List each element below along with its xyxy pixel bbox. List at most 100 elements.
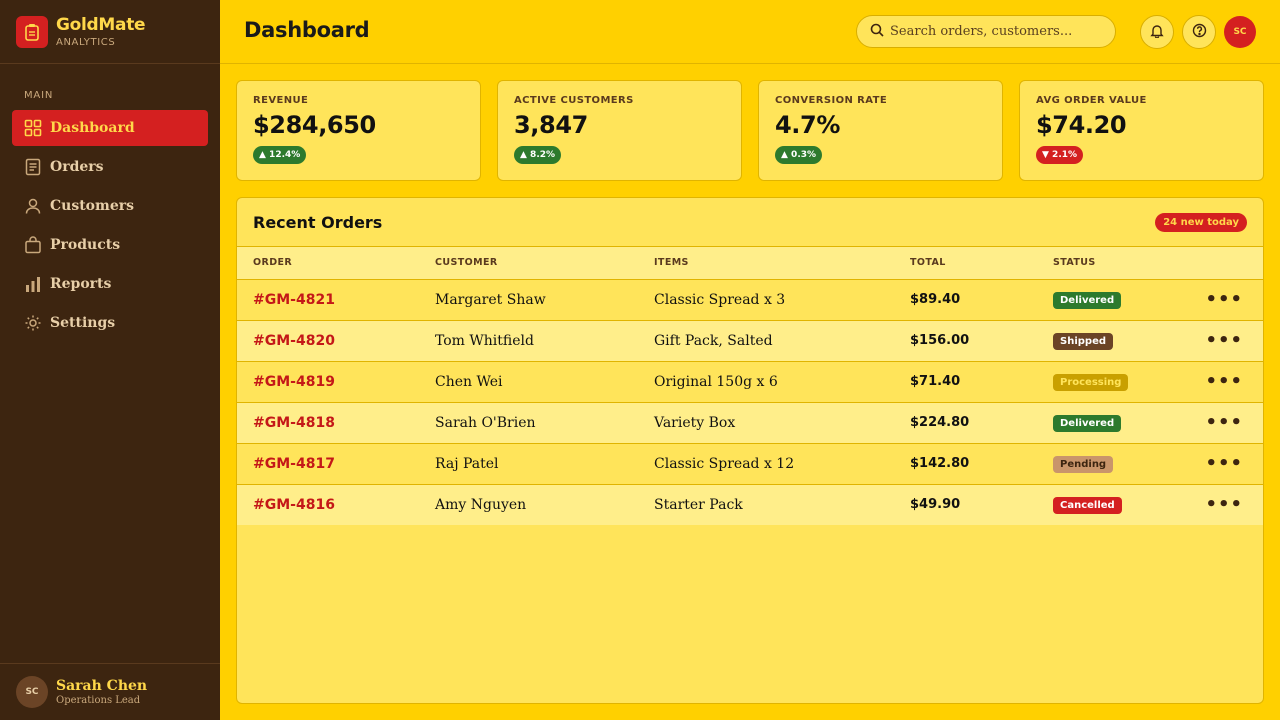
column-header-items[interactable]: ITEMS xyxy=(638,247,894,280)
stat-card-avg-order-value: AVG ORDER VALUE $74.20 ▼ 2.1% xyxy=(1019,80,1264,181)
sidebar-item-orders[interactable]: Orders xyxy=(12,149,208,185)
brand: GoldMate ANALYTICS xyxy=(0,0,220,64)
help-icon xyxy=(1192,23,1207,42)
table-row[interactable]: #GM-4816 Amy Nguyen Starter Pack $49.90 … xyxy=(237,484,1263,525)
column-header-status[interactable]: STATUS xyxy=(1037,247,1187,280)
panel-header: Recent Orders 24 new today xyxy=(237,198,1263,247)
sidebar-item-label: Customers xyxy=(50,198,134,214)
order-id-link[interactable]: #GM-4817 xyxy=(237,443,419,484)
stat-label: AVG ORDER VALUE xyxy=(1036,95,1147,106)
table-row[interactable]: #GM-4820 Tom Whitfield Gift Pack, Salted… xyxy=(237,320,1263,361)
sidebar-item-products[interactable]: Products xyxy=(12,227,208,263)
sidebar-item-settings[interactable]: Settings xyxy=(12,305,208,341)
stat-value: $284,650 xyxy=(253,111,376,139)
status-badge: Pending xyxy=(1053,455,1114,473)
recent-orders-panel: Recent Orders 24 new today ORDER CUSTOME… xyxy=(236,197,1264,704)
more-actions-button[interactable]: ••• xyxy=(1187,443,1263,484)
order-id-link[interactable]: #GM-4819 xyxy=(237,361,419,402)
column-header-actions xyxy=(1187,247,1263,280)
order-id-link[interactable]: #GM-4816 xyxy=(237,484,419,525)
user-profile[interactable]: SC Sarah Chen Operations Lead xyxy=(0,663,220,720)
column-header-customer[interactable]: CUSTOMER xyxy=(419,247,638,280)
order-total: $49.90 xyxy=(910,497,961,513)
header: Dashboard SC xyxy=(220,0,1280,64)
stat-label: ACTIVE CUSTOMERS xyxy=(514,95,634,106)
sidebar-item-customers[interactable]: Customers xyxy=(12,188,208,224)
stat-value: 4.7% xyxy=(775,111,840,139)
avatar: SC xyxy=(16,676,48,708)
sidebar-item-label: Settings xyxy=(50,315,116,331)
trend-badge: ▼ 2.1% xyxy=(1036,146,1084,164)
stat-value: 3,847 xyxy=(514,111,588,139)
status-cell: Delivered xyxy=(1037,402,1187,443)
sidebar: GoldMate ANALYTICS MAIN Dashboard Orders… xyxy=(0,0,220,720)
bar-chart-icon xyxy=(24,275,42,293)
customer-name: Sarah O'Brien xyxy=(435,414,536,431)
stat-card-conversion-rate: CONVERSION RATE 4.7% ▲ 0.3% xyxy=(758,80,1003,181)
order-total: $224.80 xyxy=(910,415,970,430)
user-icon xyxy=(24,197,42,215)
customer-name: Amy Nguyen xyxy=(435,496,527,513)
more-actions-button[interactable]: ••• xyxy=(1187,361,1263,402)
trend-badge: ▲ 8.2% xyxy=(514,146,562,164)
column-header-order[interactable]: ORDER xyxy=(237,247,419,280)
status-cell: Delivered xyxy=(1037,279,1187,320)
avatar[interactable]: SC xyxy=(1224,16,1256,48)
sidebar-item-label: Reports xyxy=(50,276,112,292)
order-id-link[interactable]: #GM-4820 xyxy=(237,320,419,361)
table-row[interactable]: #GM-4818 Sarah O'Brien Variety Box $224.… xyxy=(237,402,1263,443)
nav-section-label: MAIN xyxy=(24,90,54,101)
status-cell: Cancelled xyxy=(1037,484,1187,525)
brand-logo-icon xyxy=(16,15,48,48)
gear-icon xyxy=(24,314,42,332)
order-items: Starter Pack xyxy=(654,496,743,513)
help-button[interactable] xyxy=(1182,15,1216,49)
sidebar-item-label: Products xyxy=(50,237,121,253)
sidebar-item-label: Dashboard xyxy=(50,120,135,136)
sidebar-item-dashboard[interactable]: Dashboard xyxy=(12,110,208,146)
table-row[interactable]: #GM-4817 Raj Patel Classic Spread x 12 $… xyxy=(237,443,1263,484)
order-id-link[interactable]: #GM-4821 xyxy=(237,279,419,320)
order-total: $71.40 xyxy=(910,374,961,389)
bell-icon xyxy=(1150,23,1164,42)
panel-title: Recent Orders xyxy=(253,212,383,232)
document-icon xyxy=(24,158,42,176)
column-header-total[interactable]: TOTAL xyxy=(894,247,1037,280)
table-header-row: ORDER CUSTOMER ITEMS TOTAL STATUS xyxy=(237,247,1263,280)
customer-name: Tom Whitfield xyxy=(435,332,534,349)
stat-label: REVENUE xyxy=(253,95,309,106)
stat-label: CONVERSION RATE xyxy=(775,95,888,106)
table-row[interactable]: #GM-4819 Chen Wei Original 150g x 6 $71.… xyxy=(237,361,1263,402)
status-cell: Shipped xyxy=(1037,320,1187,361)
search-box[interactable] xyxy=(856,15,1116,48)
user-role: Operations Lead xyxy=(56,695,141,706)
more-actions-button[interactable]: ••• xyxy=(1187,320,1263,361)
order-items: Gift Pack, Salted xyxy=(654,332,773,349)
sidebar-item-label: Orders xyxy=(50,159,104,175)
order-items: Classic Spread x 3 xyxy=(654,291,786,308)
order-items: Variety Box xyxy=(654,414,736,431)
trend-badge: ▲ 12.4% xyxy=(253,146,307,164)
status-badge: Processing xyxy=(1053,373,1129,391)
more-actions-button[interactable]: ••• xyxy=(1187,279,1263,320)
sidebar-item-reports[interactable]: Reports xyxy=(12,266,208,302)
bag-icon xyxy=(24,236,42,254)
order-total: $142.80 xyxy=(910,456,970,471)
stat-value: $74.20 xyxy=(1036,111,1127,139)
status-badge: Cancelled xyxy=(1053,496,1122,514)
status-badge: Delivered xyxy=(1053,414,1122,432)
order-id-link[interactable]: #GM-4818 xyxy=(237,402,419,443)
notifications-button[interactable] xyxy=(1140,15,1174,49)
search-input[interactable] xyxy=(890,24,1110,39)
order-items: Classic Spread x 12 xyxy=(654,455,795,472)
more-actions-button[interactable]: ••• xyxy=(1187,484,1263,525)
stat-card-active-customers: ACTIVE CUSTOMERS 3,847 ▲ 8.2% xyxy=(497,80,742,181)
customer-name: Margaret Shaw xyxy=(435,291,546,308)
stat-card-revenue: REVENUE $284,650 ▲ 12.4% xyxy=(236,80,481,181)
user-name: Sarah Chen xyxy=(56,678,148,694)
table-row[interactable]: #GM-4821 Margaret Shaw Classic Spread x … xyxy=(237,279,1263,320)
more-actions-button[interactable]: ••• xyxy=(1187,402,1263,443)
status-badge: Delivered xyxy=(1053,291,1122,309)
orders-table: ORDER CUSTOMER ITEMS TOTAL STATUS #GM-48… xyxy=(237,247,1263,525)
new-orders-badge: 24 new today xyxy=(1155,212,1247,232)
